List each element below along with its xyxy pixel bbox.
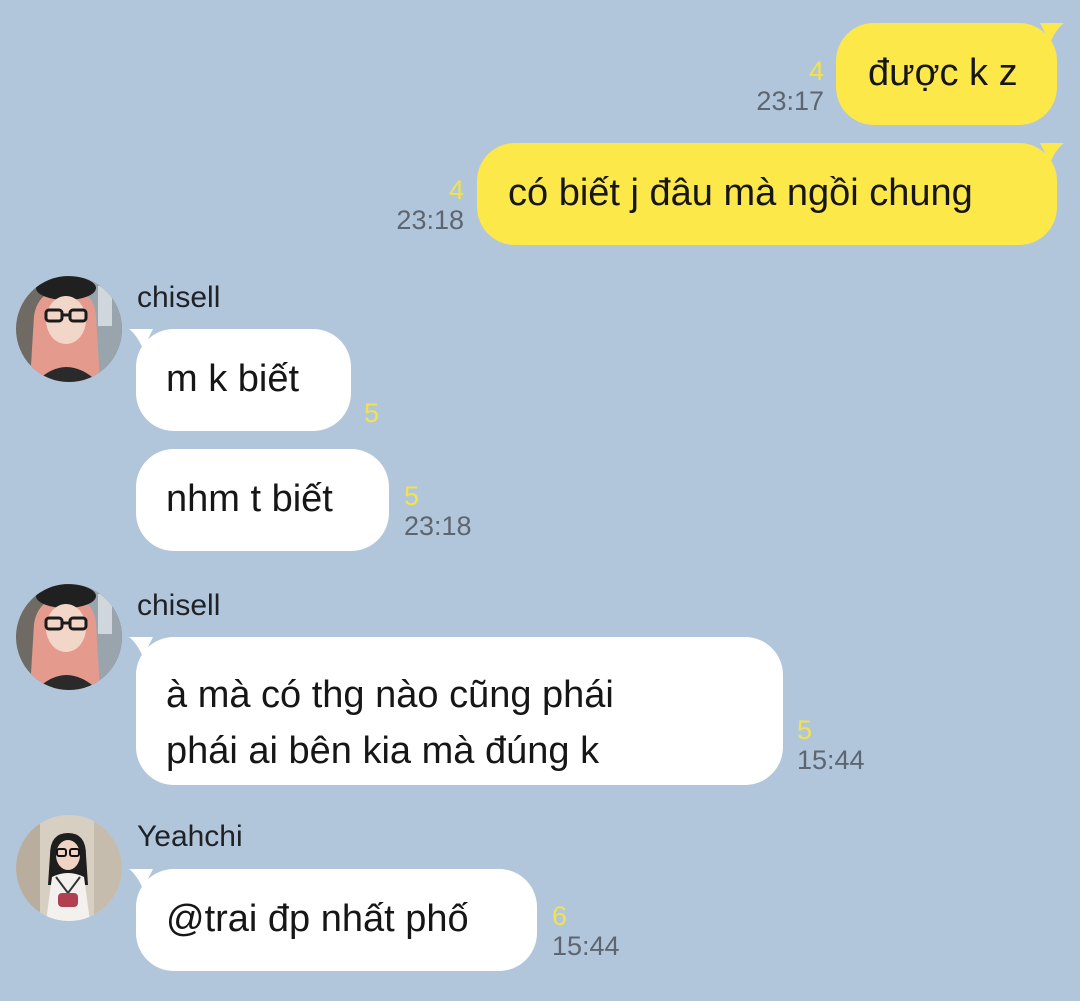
message-text-line: phái ai bên kia mà đúng k [166,730,600,772]
message-text: @trai đp nhất phố [166,898,469,940]
timestamp: 23:18 [404,511,472,541]
unread-count: 6 [552,901,568,931]
my-message-bubble[interactable]: được k z [836,23,1057,125]
bubble-tail [129,329,153,349]
avatar[interactable] [16,276,122,382]
message-meta: 4 23:17 [740,56,824,116]
message-text-line: à mà có thg nào cũng phái [166,674,614,716]
message-meta: 6 15:44 [552,901,642,961]
bubble-tail [129,869,153,889]
their-message-bubble[interactable]: m k biết [136,329,351,431]
unread-count: 4 [448,175,464,205]
message-text: nhm t biết [166,478,333,520]
chat-room: 4 23:17 được k z 4 23:18 có biết j đâu m… [0,0,1080,1001]
message-text: m k biết [166,358,300,400]
sender-name: Yeahchi [137,820,243,853]
message-meta: 4 23:18 [380,175,464,235]
their-message-bubble[interactable]: à mà có thg nào cũng phái phái ai bên ki… [136,637,783,785]
timestamp: 23:17 [756,86,824,116]
my-message-bubble[interactable]: có biết j đâu mà ngồi chung [477,143,1057,245]
bubble-tail [1040,143,1064,163]
message-meta: 5 15:44 [797,715,887,775]
timestamp: 15:44 [797,745,865,775]
timestamp: 15:44 [552,931,620,961]
message-meta: 5 23:18 [404,481,494,541]
their-message-bubble[interactable]: @trai đp nhất phố [136,869,537,971]
sender-name: chisell [137,281,221,314]
avatar[interactable] [16,584,122,690]
timestamp: 23:18 [396,205,464,235]
unread-count: 5 [404,481,420,511]
message-text: được k z [868,52,1018,94]
unread-count: 5 [797,715,813,745]
sender-name: chisell [137,589,221,622]
message-meta: 5 [364,398,448,428]
message-text: có biết j đâu mà ngồi chung [508,172,973,214]
unread-count: 4 [808,56,824,86]
bubble-tail [1040,23,1064,43]
their-message-bubble[interactable]: nhm t biết [136,449,389,551]
avatar[interactable] [16,815,122,921]
unread-count: 5 [364,398,380,428]
bubble-tail [129,637,153,657]
